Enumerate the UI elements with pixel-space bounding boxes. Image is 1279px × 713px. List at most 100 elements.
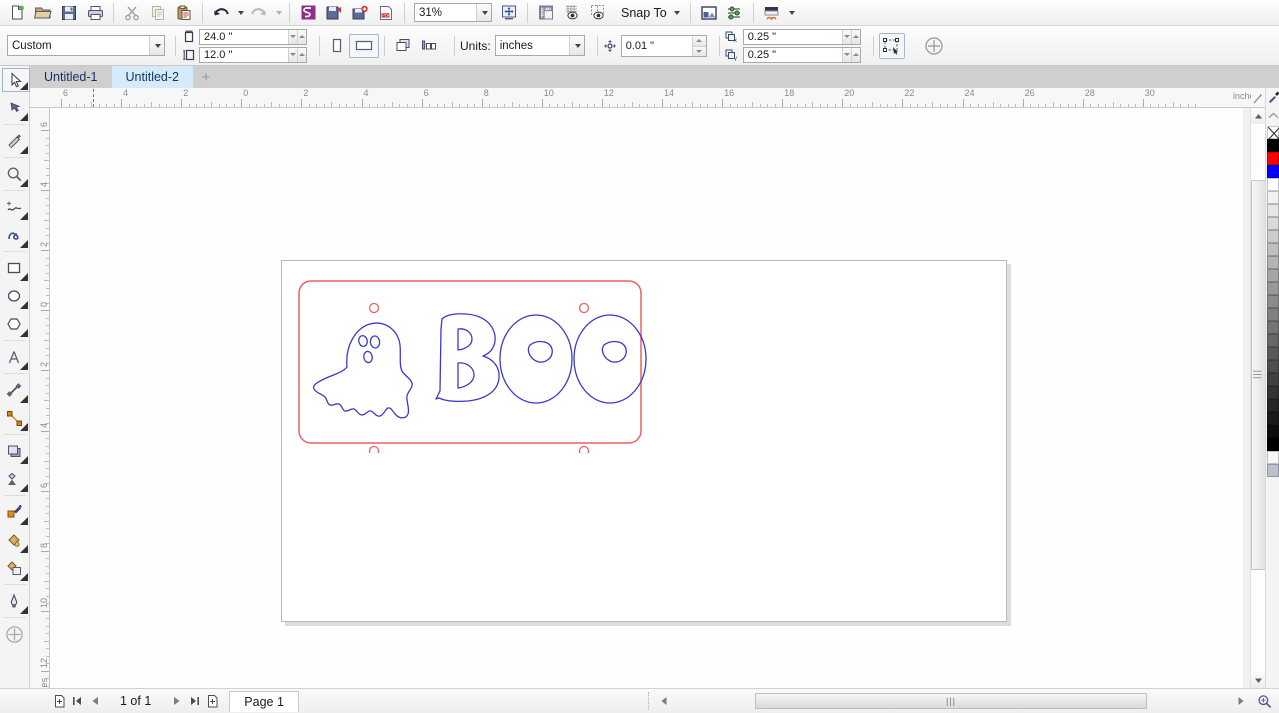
chevron-down-icon[interactable] bbox=[476, 4, 491, 21]
swatch[interactable] bbox=[1267, 217, 1279, 230]
tool-shadow[interactable] bbox=[1, 437, 29, 465]
redo-button[interactable] bbox=[246, 1, 272, 25]
ghost-eye-left[interactable] bbox=[358, 334, 368, 348]
next-set-button[interactable] bbox=[185, 692, 203, 711]
scroll-down-button[interactable] bbox=[1251, 672, 1266, 688]
edit-selection-button[interactable] bbox=[878, 32, 905, 59]
hscroll-left-button[interactable] bbox=[656, 692, 672, 710]
ghost-shape[interactable] bbox=[312, 322, 413, 419]
tool-bezier[interactable] bbox=[1, 221, 29, 249]
dupy-spin-up[interactable] bbox=[850, 47, 860, 62]
swatch[interactable] bbox=[1267, 321, 1279, 334]
drawing-canvas[interactable] bbox=[50, 108, 1243, 688]
width-spin-up[interactable] bbox=[297, 29, 306, 44]
orientation-portrait-button[interactable] bbox=[325, 34, 349, 58]
letter-b-counter-upper[interactable] bbox=[457, 328, 473, 351]
add-page-button[interactable] bbox=[203, 692, 221, 711]
first-page-button[interactable] bbox=[50, 692, 68, 711]
open-document-button[interactable] bbox=[30, 1, 56, 25]
letter-o-1[interactable] bbox=[499, 314, 573, 404]
swatch[interactable] bbox=[1267, 295, 1279, 308]
units-combobox[interactable]: inches bbox=[494, 35, 585, 56]
nudge-distance-field[interactable]: 0.01 " bbox=[620, 34, 707, 57]
prev-set-button[interactable] bbox=[68, 692, 86, 711]
ghost-mouth[interactable] bbox=[363, 350, 373, 364]
paste-button[interactable] bbox=[171, 1, 197, 25]
export-plus-button[interactable] bbox=[347, 1, 373, 25]
mounting-hole-top-left[interactable] bbox=[368, 302, 380, 314]
new-document-button[interactable] bbox=[4, 1, 30, 25]
palette-eyedropper-icon[interactable] bbox=[1266, 88, 1279, 106]
nudge-spin-up[interactable] bbox=[691, 35, 706, 46]
tool-add[interactable] bbox=[1, 620, 29, 648]
swatch[interactable] bbox=[1267, 386, 1279, 399]
tool-knife[interactable] bbox=[1, 127, 29, 155]
swatch[interactable] bbox=[1267, 243, 1279, 256]
swatch[interactable] bbox=[1267, 191, 1279, 204]
dupy-spin-down[interactable] bbox=[841, 47, 851, 62]
tool-polygon[interactable] bbox=[1, 310, 29, 338]
mounting-hole-bottom-left[interactable] bbox=[368, 445, 380, 454]
add-object-button[interactable] bbox=[921, 34, 947, 58]
dupx-spin-up[interactable] bbox=[850, 29, 860, 44]
tool-rectangle[interactable] bbox=[1, 254, 29, 282]
fit-to-window-button[interactable] bbox=[496, 1, 522, 25]
swatch[interactable] bbox=[1267, 152, 1279, 165]
swatch[interactable] bbox=[1267, 334, 1279, 347]
horizontal-scroll-thumb[interactable]: ||| bbox=[755, 693, 1147, 709]
hscroll-right-button[interactable] bbox=[1233, 693, 1247, 709]
document-tab-2[interactable]: Untitled-2 bbox=[111, 66, 193, 88]
tool-eyedropper[interactable] bbox=[1, 498, 29, 526]
artwork-group[interactable] bbox=[290, 271, 650, 453]
vertical-ruler[interactable]: 6 4 2 0 2 4 6 8 10 12 inches bbox=[30, 108, 50, 688]
page-width-field[interactable]: 24.0 " bbox=[199, 28, 307, 45]
material-button[interactable] bbox=[759, 1, 785, 25]
redo-dropdown-button[interactable] bbox=[272, 1, 284, 25]
duplicate-y-field[interactable]: 0.25 " bbox=[742, 46, 861, 63]
cut-button[interactable] bbox=[119, 1, 145, 25]
letter-b-counter-lower[interactable] bbox=[457, 362, 475, 389]
swatch[interactable] bbox=[1267, 451, 1279, 464]
export-button[interactable] bbox=[321, 1, 347, 25]
swatch-list[interactable] bbox=[1266, 126, 1279, 477]
material-dropdown-button[interactable] bbox=[785, 1, 797, 25]
prev-page-button[interactable] bbox=[86, 692, 104, 711]
paper-preset-combobox[interactable]: Custom bbox=[7, 35, 165, 56]
ghost-eye-right[interactable] bbox=[369, 335, 381, 349]
multi-page-view-button[interactable] bbox=[390, 34, 416, 58]
horizontal-ruler[interactable]: 6 4 2 0 2 4 6 8 10 12 14 16 18 20 22 24 26 28 30 inches bbox=[30, 88, 1265, 108]
swatch[interactable] bbox=[1267, 360, 1279, 373]
mounting-hole-top-right[interactable] bbox=[578, 302, 590, 314]
swatch[interactable] bbox=[1267, 139, 1279, 152]
tool-text[interactable] bbox=[1, 343, 29, 371]
horizontal-scrollbar[interactable]: ||| bbox=[755, 693, 1215, 709]
swatch[interactable] bbox=[1267, 269, 1279, 282]
chevron-down-icon[interactable] bbox=[149, 36, 164, 55]
page-height-field[interactable]: 12.0 " bbox=[199, 46, 307, 63]
import-button[interactable] bbox=[295, 1, 321, 25]
tool-ellipse[interactable] bbox=[1, 282, 29, 310]
swatch[interactable] bbox=[1267, 438, 1279, 451]
swatch[interactable] bbox=[1267, 399, 1279, 412]
color-palette[interactable] bbox=[1265, 88, 1279, 688]
save-document-button[interactable] bbox=[56, 1, 82, 25]
page-layout-button[interactable] bbox=[416, 34, 442, 58]
next-page-button[interactable] bbox=[167, 692, 185, 711]
swatch[interactable] bbox=[1267, 412, 1279, 425]
swatch[interactable] bbox=[1267, 373, 1279, 386]
swatch[interactable] bbox=[1267, 464, 1279, 477]
plate-outline[interactable] bbox=[298, 280, 642, 444]
tool-transparency[interactable] bbox=[1, 465, 29, 493]
swatch[interactable] bbox=[1267, 282, 1279, 295]
tool-freehand[interactable] bbox=[1, 193, 29, 221]
show-rulers-toggle[interactable] bbox=[533, 1, 559, 25]
tool-dimension[interactable] bbox=[1, 376, 29, 404]
swatch[interactable] bbox=[1267, 425, 1279, 438]
object-manager-button[interactable] bbox=[696, 1, 722, 25]
swatch-none[interactable] bbox=[1267, 126, 1279, 141]
undo-dropdown-button[interactable] bbox=[234, 1, 246, 25]
height-spin-up[interactable] bbox=[297, 47, 306, 62]
palette-scroll-up-button[interactable] bbox=[1266, 106, 1279, 124]
tool-fill[interactable] bbox=[1, 526, 29, 554]
swatch[interactable] bbox=[1267, 230, 1279, 243]
